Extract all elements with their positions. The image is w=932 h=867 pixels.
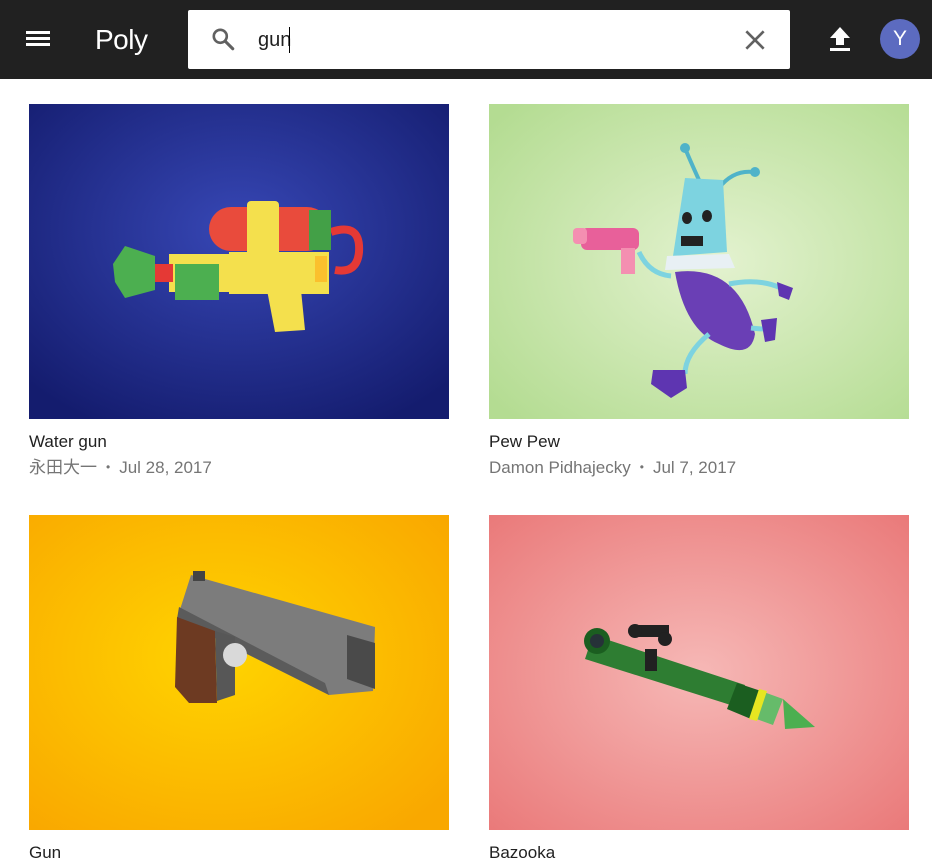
meta-separator: • — [639, 460, 644, 474]
card-meta: 永田大一 • Jul 28, 2017 — [29, 457, 449, 478]
search-bar[interactable] — [188, 10, 790, 69]
card-author[interactable]: 永田大一 — [29, 458, 97, 477]
meta-separator: • — [106, 460, 111, 474]
model-thumbnail[interactable] — [489, 104, 909, 419]
card-author[interactable]: Damon Pidhajecky — [489, 458, 631, 477]
card-title[interactable]: Water gun — [29, 432, 449, 452]
top-app-bar: Poly Y — [0, 0, 932, 79]
card-date: Jul 28, 2017 — [119, 458, 212, 477]
close-icon[interactable] — [742, 27, 768, 53]
result-card-water-gun[interactable]: Water gun 永田大一 • Jul 28, 2017 — [29, 104, 449, 478]
card-title[interactable]: Pew Pew — [489, 432, 909, 452]
card-title[interactable]: Bazooka — [489, 843, 909, 863]
card-date: Jul 7, 2017 — [652, 458, 737, 477]
avatar[interactable]: Y — [880, 19, 920, 59]
result-card-bazooka[interactable]: Bazooka — [489, 515, 909, 863]
result-card-gun[interactable]: Gun — [29, 515, 449, 863]
text-caret — [289, 27, 290, 53]
menu-icon[interactable] — [26, 29, 50, 49]
search-icon — [212, 28, 235, 51]
upload-icon[interactable] — [828, 26, 852, 52]
search-input[interactable] — [258, 23, 728, 57]
result-card-pew-pew[interactable]: Pew Pew Damon Pidhajecky • Jul 7, 2017 — [489, 104, 909, 478]
card-title[interactable]: Gun — [29, 843, 449, 863]
card-meta: Damon Pidhajecky • Jul 7, 2017 — [489, 457, 909, 478]
poly-logo[interactable]: Poly — [95, 24, 148, 56]
model-thumbnail[interactable] — [29, 515, 449, 830]
model-thumbnail[interactable] — [29, 104, 449, 419]
model-thumbnail[interactable] — [489, 515, 909, 830]
